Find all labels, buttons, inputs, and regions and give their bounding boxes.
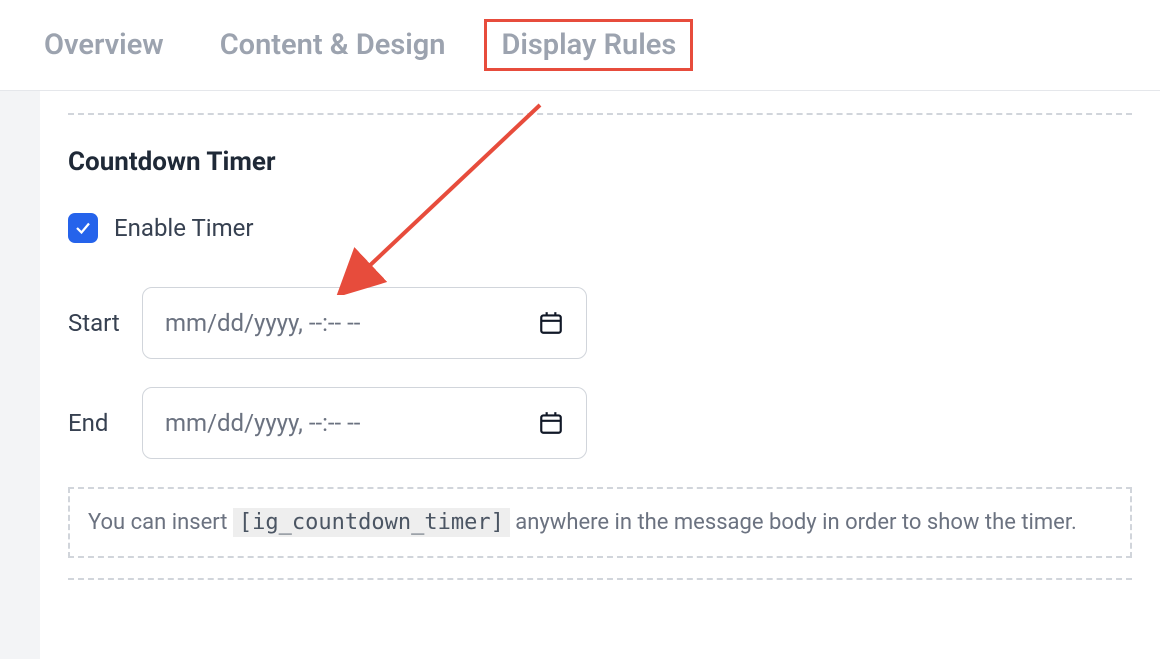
end-label: End [68,409,124,437]
hint-code: [ig_countdown_timer] [233,508,510,537]
start-datetime-placeholder: mm/dd/yyyy, --:-- -- [165,309,360,337]
enable-timer-label: Enable Timer [114,214,254,242]
hint-text: You can insert [ig_countdown_timer] anyw… [88,505,1112,540]
tab-overview[interactable]: Overview [44,28,164,62]
tab-content-design[interactable]: Content & Design [220,28,446,62]
end-datetime-placeholder: mm/dd/yyyy, --:-- -- [165,409,360,437]
tab-bar: Overview Content & Design Display Rules [0,0,1160,91]
tab-display-rules[interactable]: Display Rules [484,19,693,71]
hint-suffix: anywhere in the message body in order to… [510,510,1077,535]
calendar-icon [538,410,564,436]
start-datetime-input[interactable]: mm/dd/yyyy, --:-- -- [142,287,587,359]
enable-timer-checkbox[interactable] [68,213,98,243]
start-label: Start [68,309,124,337]
checkmark-icon [74,219,92,237]
section-title: Countdown Timer [68,147,1132,177]
left-gutter [0,91,40,659]
hint-prefix: You can insert [88,510,233,535]
calendar-icon [538,310,564,336]
hint-box: You can insert [ig_countdown_timer] anyw… [68,487,1132,558]
section-divider-top [68,113,1132,115]
section-divider-bottom [68,578,1132,580]
end-datetime-input[interactable]: mm/dd/yyyy, --:-- -- [142,387,587,459]
